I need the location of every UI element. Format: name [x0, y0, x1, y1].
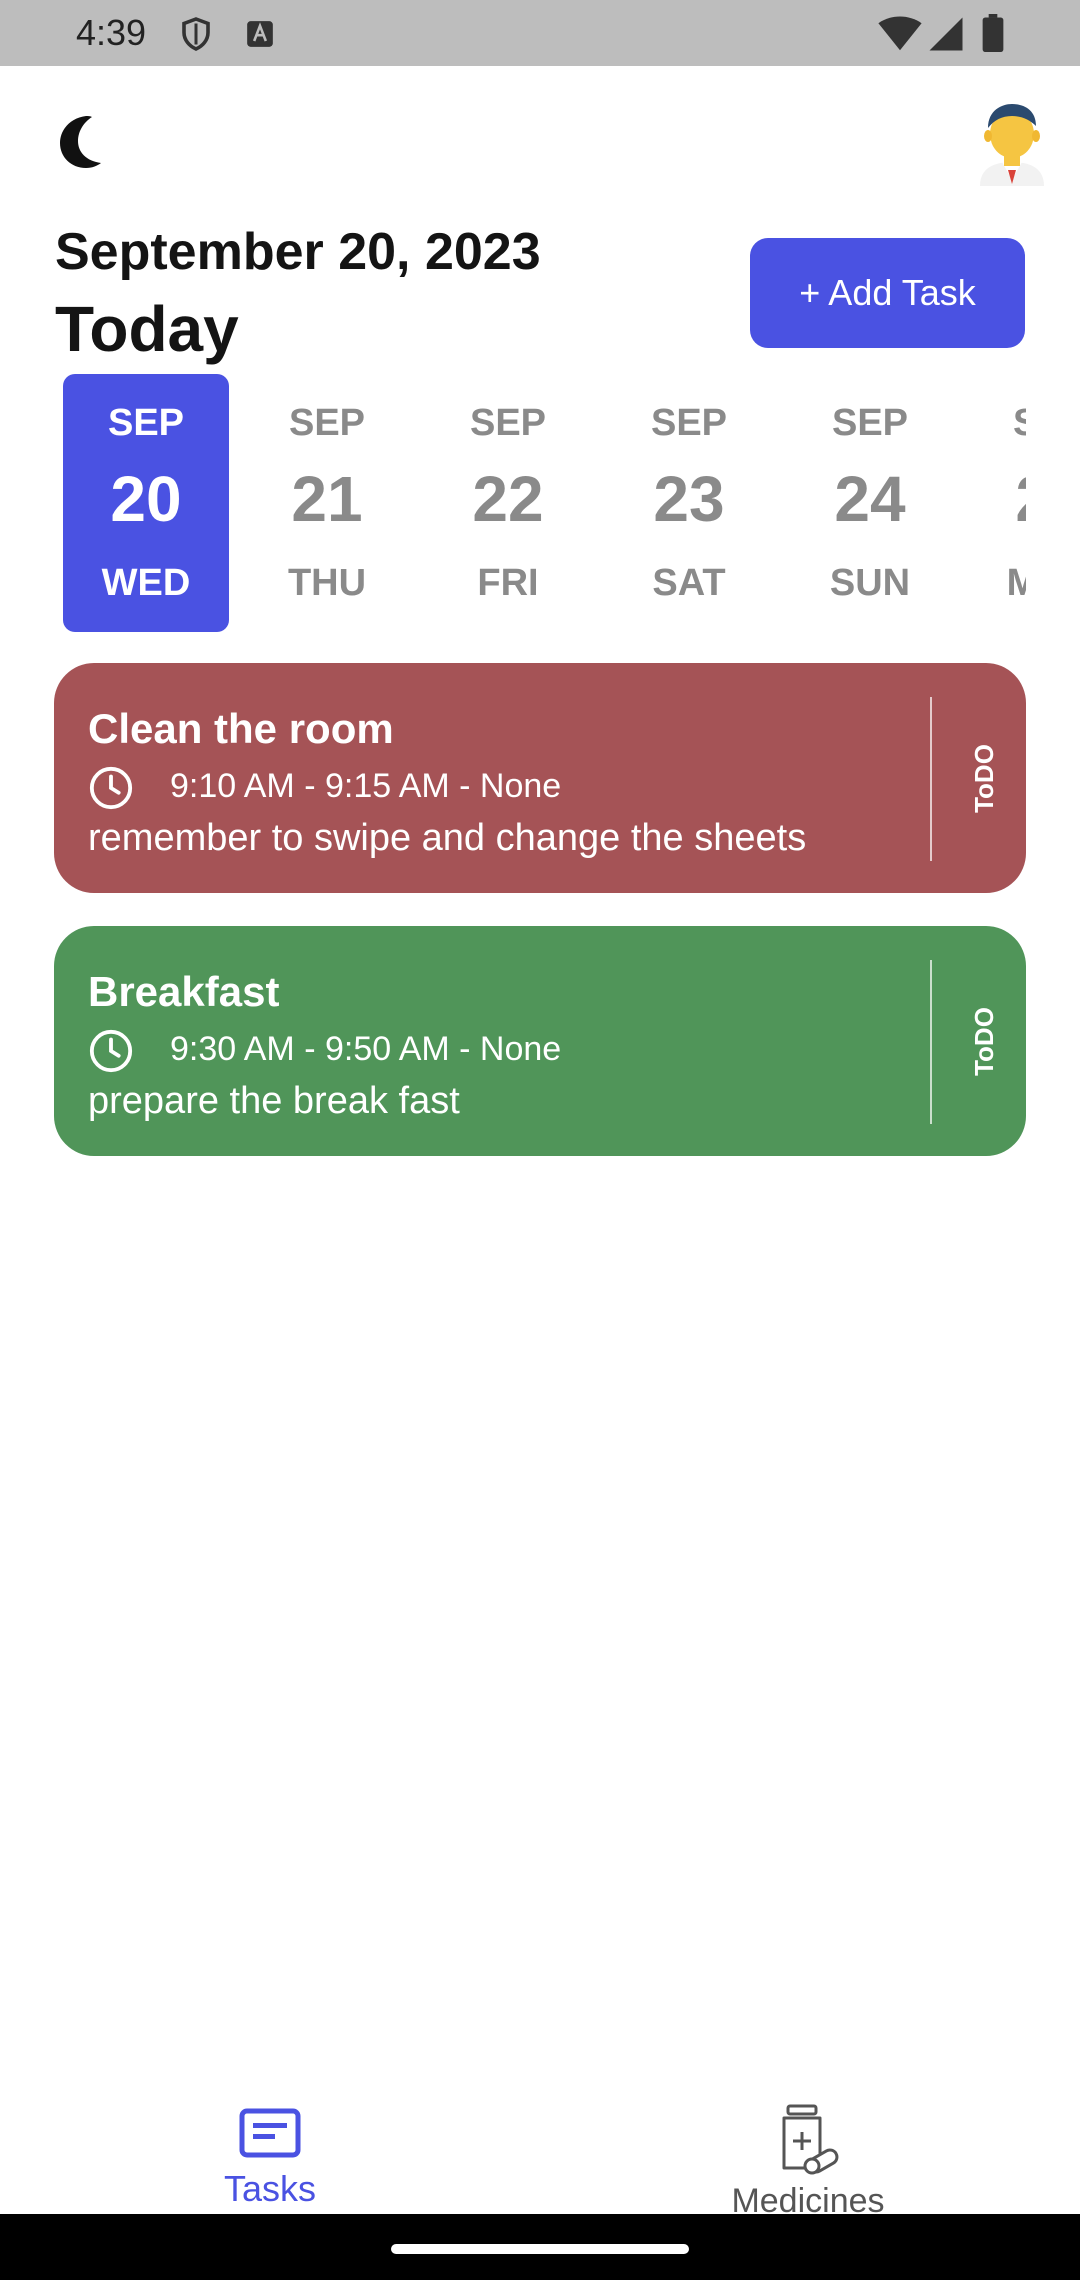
- page-title: Today: [55, 293, 239, 365]
- date-item-sep-24[interactable]: SEP 24 SUN: [787, 374, 953, 632]
- clock-icon: [89, 766, 133, 810]
- date-day: 21: [291, 463, 363, 535]
- a-box-icon: [247, 21, 273, 47]
- task-divider: [930, 697, 932, 861]
- date-item-sep-23[interactable]: SEP 23 SAT: [606, 374, 772, 632]
- date-day: 24: [834, 463, 906, 535]
- date-month: SEP: [1012, 402, 1026, 444]
- task-status[interactable]: ToDO: [954, 663, 1014, 893]
- doctor-avatar[interactable]: [974, 100, 1050, 186]
- date-day: 23: [653, 463, 725, 535]
- date-item-sep-25[interactable]: SEP 25 MON: [968, 374, 1026, 632]
- task-time: 9:10 AM - 9:15 AM - None: [170, 767, 562, 805]
- battery-icon: [982, 14, 1004, 52]
- date-weekday: THU: [287, 562, 367, 604]
- status-time: 4:39: [76, 12, 147, 53]
- date-month: SEP: [288, 402, 366, 444]
- tasks-icon: [239, 2108, 301, 2158]
- task-card-breakfast[interactable]: Breakfast 9:30 AM - 9:50 AM - None prepa…: [54, 926, 1026, 1156]
- date-selector[interactable]: SEP 20 WED SEP 21 THU SEP 22 FRI SEP 23 …: [0, 372, 1026, 634]
- home-gesture-handle[interactable]: [391, 2244, 689, 2254]
- date-item-sep-20[interactable]: SEP 20 WED: [63, 374, 229, 632]
- date-weekday: FRI: [477, 562, 539, 604]
- task-status-label: ToDO: [968, 743, 999, 813]
- date-weekday: SAT: [652, 562, 726, 604]
- date-item-sep-21[interactable]: SEP 21 THU: [244, 374, 410, 632]
- medicines-icon: [782, 2104, 839, 2175]
- bottom-navigation: Tasks Medicines: [0, 2050, 1080, 2220]
- nav-label-tasks: Tasks: [223, 2168, 317, 2209]
- wifi-icon: [878, 16, 922, 51]
- clock-icon: [89, 1029, 133, 1073]
- signal-icon: [929, 17, 963, 51]
- date-day: 25: [968, 462, 1026, 536]
- shield-icon: [182, 17, 210, 51]
- status-bar: 4:39: [0, 0, 1080, 66]
- date-month: SEP: [469, 402, 547, 444]
- system-nav-bar: [0, 2214, 1080, 2280]
- task-card-clean-the-room[interactable]: Clean the room 9:10 AM - 9:15 AM - None …: [54, 663, 1026, 893]
- task-divider: [930, 960, 932, 1124]
- date-day: 20: [110, 463, 182, 535]
- date-month: SEP: [831, 402, 909, 444]
- date-weekday: WED: [101, 562, 191, 604]
- nav-item-medicines[interactable]: Medicines: [658, 2078, 958, 2220]
- date-month: SEP: [650, 402, 728, 444]
- nav-item-tasks[interactable]: Tasks: [120, 2078, 420, 2209]
- task-description: remember to swipe and change the sheets: [88, 817, 807, 859]
- date-month: SEP: [107, 402, 185, 444]
- task-status-label: ToDO: [968, 1006, 999, 1076]
- date-day: 22: [472, 463, 544, 535]
- current-date: September 20, 2023: [55, 223, 541, 281]
- date-weekday: SUN: [829, 562, 911, 604]
- task-time: 9:30 AM - 9:50 AM - None: [170, 1030, 562, 1068]
- moon-icon[interactable]: [52, 114, 104, 170]
- task-description: prepare the break fast: [88, 1080, 460, 1122]
- date-item-sep-22[interactable]: SEP 22 FRI: [425, 374, 591, 632]
- task-status[interactable]: ToDO: [954, 926, 1014, 1156]
- task-title: Clean the room: [88, 705, 394, 752]
- date-weekday: MON: [1006, 562, 1026, 604]
- task-title: Breakfast: [88, 968, 280, 1015]
- add-task-button[interactable]: + Add Task: [750, 238, 1025, 348]
